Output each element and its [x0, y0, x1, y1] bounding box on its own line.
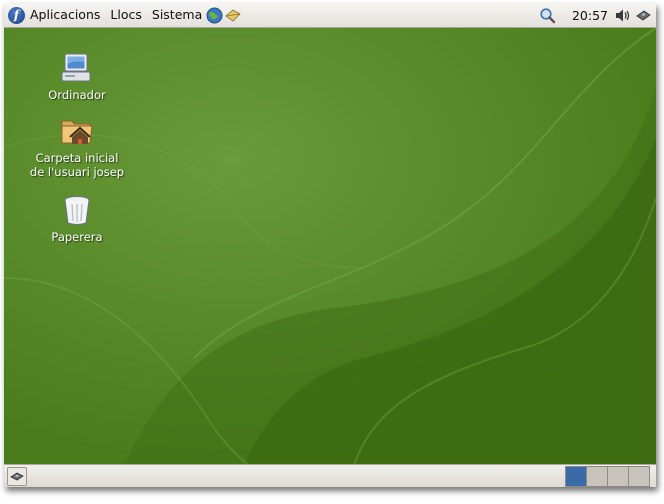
workspace-2[interactable] [587, 467, 608, 486]
bottom-panel [4, 464, 656, 487]
clock[interactable]: 20:57 [572, 8, 608, 23]
fedora-logo-icon[interactable]: f [8, 6, 25, 24]
desktop-icon-label: Ordinador [48, 88, 106, 102]
system-tray: 20:57 [539, 3, 656, 27]
desktop[interactable]: Ordinador Carpeta inicial de l'usuari jo… [4, 28, 656, 465]
screen: f Aplicacions Llocs Sistema 20:57 Ordina… [4, 3, 656, 487]
desktop-icon-label: Paperera [51, 230, 103, 244]
mail-client-icon[interactable] [224, 7, 241, 24]
trash-icon [64, 196, 90, 225]
web-browser-icon[interactable] [206, 7, 223, 24]
desktop-icon-home-folder[interactable]: Carpeta inicial de l'usuari josep [22, 113, 132, 179]
workspace-1[interactable] [566, 467, 587, 486]
workspace-4[interactable] [629, 467, 649, 486]
search-icon[interactable] [539, 7, 556, 24]
show-desktop-button[interactable] [7, 467, 27, 486]
workspace-3[interactable] [608, 467, 629, 486]
desktop-icon-trash[interactable]: Paperera [22, 192, 132, 244]
menu-llocs[interactable]: Llocs [110, 3, 141, 27]
menu-aplicacions[interactable]: Aplicacions [30, 3, 100, 27]
desktop-icon-computer[interactable]: Ordinador [22, 50, 132, 102]
menu-sistema[interactable]: Sistema [152, 3, 202, 27]
workspace-switcher [565, 466, 650, 487]
show-desktop-icon [10, 472, 24, 481]
desktop-icon-label: Carpeta inicial de l'usuari josep [29, 151, 125, 179]
network-icon[interactable] [635, 7, 652, 24]
home-folder-icon [61, 120, 93, 144]
top-panel: f Aplicacions Llocs Sistema 20:57 [4, 3, 656, 28]
volume-icon[interactable] [614, 7, 631, 24]
computer-icon [61, 53, 91, 82]
